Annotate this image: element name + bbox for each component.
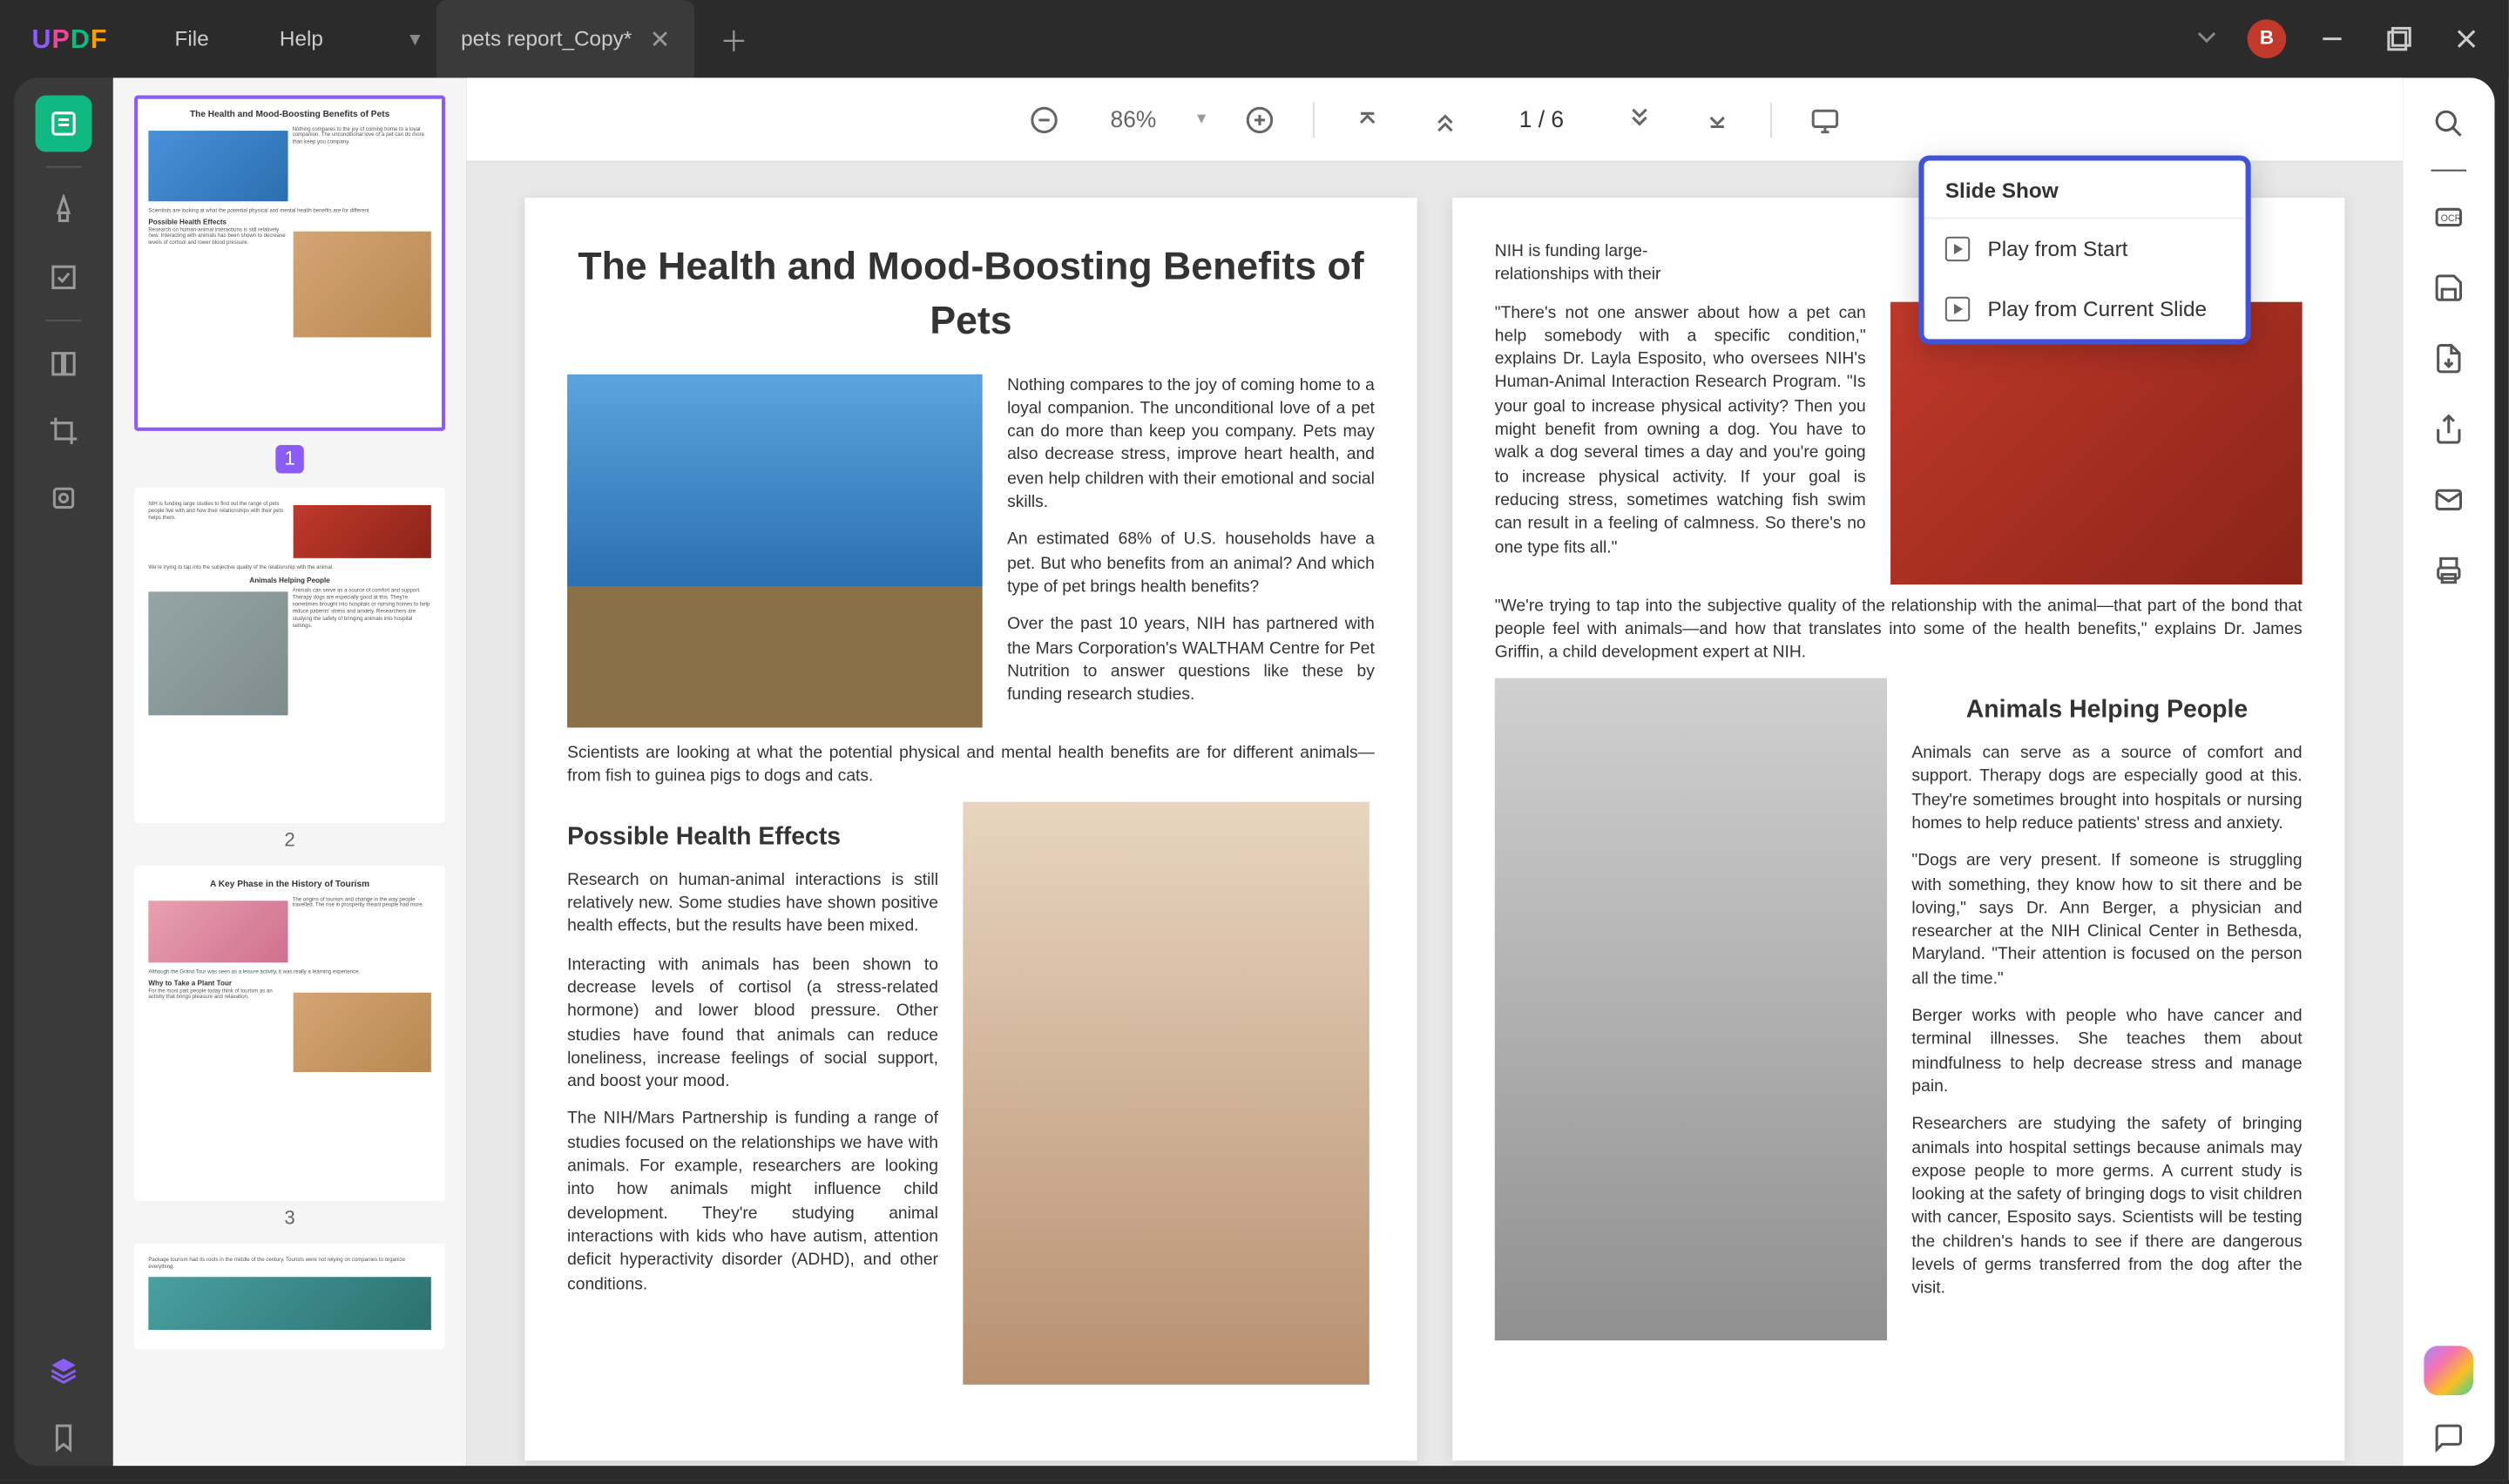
thumbnail-3[interactable]: A Key Phase in the History of Tourism Th… — [134, 866, 445, 1230]
thumb-title: The Health and Mood-Boosting Benefits of… — [148, 110, 430, 121]
first-page-button[interactable] — [1342, 94, 1391, 144]
image-cat — [567, 374, 983, 727]
zoom-dropdown[interactable]: ▾ — [1197, 110, 1206, 129]
prev-page-button[interactable] — [1420, 94, 1470, 144]
separator — [1769, 102, 1771, 138]
page-title: The Health and Mood-Boosting Benefits of… — [567, 240, 1375, 349]
play-icon — [1945, 297, 1970, 321]
document-area: 86% ▾ 1 / 6 Slide Show Play from Start P… — [466, 78, 2403, 1466]
section-heading: Animals Helping People — [1911, 693, 2302, 728]
thumb-page-number: 1 — [275, 445, 303, 473]
zoom-value: 86% — [1098, 106, 1168, 132]
page-2: NIH is funding large-xxxxxxxxxxxxxxxxxxx… — [1452, 198, 2344, 1460]
thumb-page-number: 3 — [134, 1208, 445, 1229]
ocr-button[interactable]: OCR — [2420, 189, 2477, 246]
play-from-current[interactable]: Play from Current Slide — [1924, 279, 2245, 339]
svg-text:OCR: OCR — [2441, 213, 2462, 224]
email-button[interactable] — [2420, 471, 2477, 528]
separator — [46, 166, 82, 168]
image-dog-cat — [963, 802, 1369, 1385]
document-tab[interactable]: pets report_Copy* ✕ — [436, 0, 695, 78]
tab-close-icon[interactable]: ✕ — [650, 24, 671, 53]
minimize-button[interactable] — [2311, 17, 2354, 60]
document-toolbar: 86% ▾ 1 / 6 — [466, 78, 2403, 162]
thumbnail-1[interactable]: The Health and Mood-Boosting Benefits of… — [134, 96, 445, 474]
slideshow-popover: Slide Show Play from Start Play from Cur… — [1918, 155, 2250, 344]
user-avatar[interactable]: B — [2248, 19, 2287, 58]
separator — [2431, 170, 2467, 172]
last-page-button[interactable] — [1692, 94, 1741, 144]
ai-assistant-button[interactable] — [2424, 1346, 2473, 1395]
crop-tool[interactable] — [36, 402, 92, 459]
thumbnail-panel: The Health and Mood-Boosting Benefits of… — [113, 78, 467, 1466]
chat-button[interactable] — [2420, 1409, 2477, 1466]
left-toolbar — [14, 78, 113, 1466]
export-button[interactable] — [2420, 330, 2477, 387]
close-button[interactable] — [2445, 17, 2488, 60]
thumbnail-2[interactable]: NIH is funding large studies to find out… — [134, 488, 445, 852]
menu-file[interactable]: File — [139, 26, 244, 51]
reader-tool[interactable] — [36, 96, 92, 152]
bookmark-tool[interactable] — [36, 1409, 92, 1466]
edit-tool[interactable] — [36, 249, 92, 306]
page-1: The Health and Mood-Boosting Benefits of… — [524, 198, 1417, 1460]
thumb-page-number: 2 — [134, 830, 445, 851]
right-toolbar: OCR — [2403, 78, 2494, 1466]
tab-add-button[interactable]: ＋ — [695, 17, 773, 60]
separator — [46, 320, 82, 321]
titlebar: UPDF File Help ▾ pets report_Copy* ✕ ＋ B — [0, 0, 2509, 78]
menu-help[interactable]: Help — [244, 26, 358, 51]
thumbnail-4[interactable]: Package tourism had its roots in the mid… — [134, 1244, 445, 1350]
slideshow-button[interactable] — [1800, 94, 1850, 144]
tab-list-dropdown[interactable]: ▾ — [394, 0, 436, 78]
page-indicator[interactable]: 1 / 6 — [1498, 106, 1586, 132]
highlight-tool[interactable] — [36, 182, 92, 239]
play-icon — [1945, 237, 1970, 261]
separator — [1312, 102, 1314, 138]
zoom-in-button[interactable] — [1234, 94, 1284, 144]
page-viewport[interactable]: The Health and Mood-Boosting Benefits of… — [466, 163, 2403, 1467]
window-menu-dropdown[interactable] — [2191, 20, 2223, 57]
play-from-start[interactable]: Play from Start — [1924, 219, 2245, 279]
search-button[interactable] — [2420, 96, 2477, 152]
share-button[interactable] — [2420, 401, 2477, 457]
print-button[interactable] — [2420, 543, 2477, 599]
app-logo: UPDF — [0, 24, 139, 53]
security-tool[interactable] — [36, 469, 92, 526]
next-page-button[interactable] — [1614, 94, 1664, 144]
thumb-title: A Key Phase in the History of Tourism — [148, 880, 430, 891]
tab-title: pets report_Copy* — [461, 26, 632, 51]
zoom-out-button[interactable] — [1020, 94, 1070, 144]
image-gray-cat — [1495, 679, 1887, 1342]
maximize-button[interactable] — [2378, 17, 2421, 60]
popover-title: Slide Show — [1924, 161, 2245, 219]
section-heading: Possible Health Effects — [567, 820, 938, 854]
layers-tool[interactable] — [36, 1342, 92, 1399]
save-button[interactable] — [2420, 260, 2477, 316]
organize-tool[interactable] — [36, 335, 92, 392]
